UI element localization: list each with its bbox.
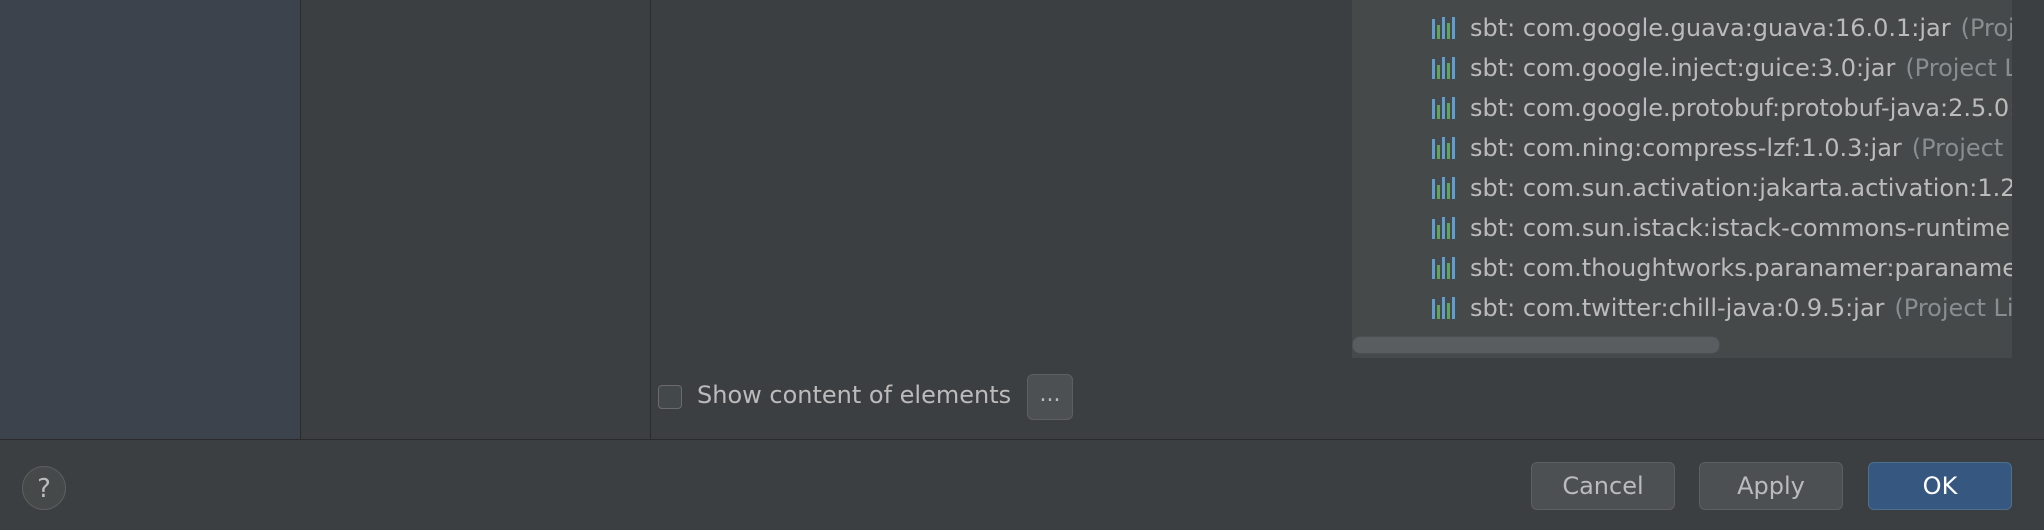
footer-divider [0,439,2044,440]
library-bars-icon [1432,217,1460,239]
horizontal-scrollbar[interactable] [1352,336,1720,354]
library-bars-icon [1432,177,1460,199]
library-row[interactable]: sbt: com.twitter:chill-java:0.9.5:jar (Pr… [1352,288,2012,328]
middle-tree-panel [301,0,651,439]
help-icon[interactable]: ? [22,466,66,510]
library-scope: (Project [1960,14,2012,42]
library-row[interactable]: sbt: com.google.protobuf:protobuf-java:2… [1352,88,2012,128]
library-list[interactable]: sbt: com.google.guava:guava:16.0.1:jar (P… [1352,0,2012,358]
library-row[interactable]: sbt: com.google.guava:guava:16.0.1:jar (P… [1352,8,2012,48]
library-row[interactable]: sbt: com.google.inject:guice:3.0:jar (Pro… [1352,48,2012,88]
library-bars-icon [1432,297,1460,319]
library-bars-icon [1432,137,1460,159]
library-row[interactable]: sbt: com.thoughtworks.paranamer:paraname… [1352,248,2012,288]
left-category-panel [0,0,301,439]
library-name: sbt: com.google.inject:guice:3.0:jar [1470,54,1896,82]
library-scope: (Project Lib [1894,294,2012,322]
library-name: sbt: com.sun.activation:jakarta.activati… [1470,174,2012,202]
show-content-checkbox[interactable] [658,385,682,409]
library-bars-icon [1432,97,1460,119]
library-bars-icon [1432,257,1460,279]
library-row[interactable]: sbt: com.sun.activation:jakarta.activati… [1352,168,2012,208]
library-scope: (Project L [1911,134,2012,162]
ok-button[interactable]: OK [1868,462,2012,510]
library-name: sbt: com.thoughtworks.paranamer:paraname… [1470,254,2012,282]
cancel-button[interactable]: Cancel [1531,462,1675,510]
library-name: sbt: com.ning:compress-lzf:1.0.3:jar [1470,134,1902,162]
library-row[interactable]: sbt: com.ning:compress-lzf:1.0.3:jar (Pro… [1352,128,2012,168]
more-options-button[interactable]: ... [1027,374,1073,420]
library-name: sbt: com.google.guava:guava:16.0.1:jar [1470,14,1951,42]
library-row[interactable]: sbt: com.sun.istack:istack-commons-runti… [1352,208,2012,248]
library-scope: (Project Lib [1905,54,2012,82]
library-name: sbt: com.google.protobuf:protobuf-java:2… [1470,94,2012,122]
library-bars-icon [1432,17,1460,39]
library-bars-icon [1432,57,1460,79]
library-name: sbt: com.twitter:chill-java:0.9.5:jar [1470,294,1885,322]
apply-button[interactable]: Apply [1699,462,1843,510]
show-content-label: Show content of elements [697,381,1012,409]
library-name: sbt: com.sun.istack:istack-commons-runti… [1470,214,2012,242]
